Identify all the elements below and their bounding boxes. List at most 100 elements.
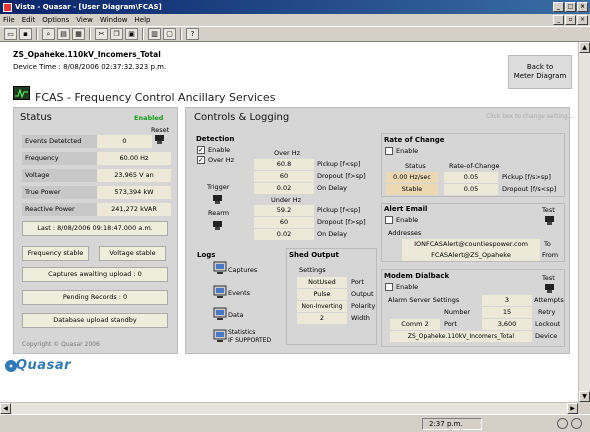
lockout-label: Lockout	[535, 320, 561, 328]
shed-polarity-value[interactable]: Non-Inverting	[297, 301, 347, 312]
menu-options[interactable]: Options	[42, 16, 69, 24]
under-pickup-label: Pickup [f<sp]	[317, 206, 361, 214]
copy-icon[interactable]: ❐	[110, 28, 123, 40]
open-icon[interactable]: ▭	[4, 28, 17, 40]
back-to-meter-button[interactable]: Back to Meter Diagram	[508, 55, 572, 89]
find-icon[interactable]: ⌕	[42, 28, 55, 40]
modem-enable-checkbox[interactable]	[385, 283, 393, 291]
log-events[interactable]: Events	[228, 289, 250, 297]
events-icon[interactable]	[213, 285, 227, 299]
alert-enable-checkbox[interactable]	[385, 216, 393, 224]
shed-port-value[interactable]: NotUsed	[297, 277, 347, 288]
over-pickup-value[interactable]: 60.8	[254, 159, 314, 170]
help-icon[interactable]: ?	[186, 28, 199, 40]
horizontal-scrollbar[interactable]: ◀ ▶	[0, 402, 578, 414]
detection-enable-checkbox[interactable]: ✓	[197, 146, 205, 154]
close-button[interactable]: ×	[577, 2, 588, 12]
retry-label: Retry	[538, 308, 556, 316]
scroll-up-icon[interactable]: ▲	[579, 42, 590, 53]
rearm-icon[interactable]	[212, 220, 223, 231]
alert-title: Alert Email	[384, 205, 428, 213]
rate-enable-label: Enable	[396, 147, 419, 155]
scroll-left-icon[interactable]: ◀	[0, 403, 11, 414]
trigger-icon[interactable]	[212, 194, 223, 205]
rate-enable-checkbox[interactable]	[385, 147, 393, 155]
lockout-value[interactable]: 3,600	[482, 319, 532, 330]
scroll-down-icon[interactable]: ▼	[579, 391, 590, 402]
captures-icon[interactable]	[213, 261, 227, 275]
data-icon[interactable]	[213, 307, 227, 321]
menu-view[interactable]: View	[76, 16, 93, 24]
mdi-restore-button[interactable]: ▫	[565, 15, 576, 25]
rate-dropout-value[interactable]: 0.05	[444, 184, 498, 195]
log-captures[interactable]: Captures	[228, 266, 257, 274]
scroll-right-icon[interactable]: ▶	[567, 403, 578, 414]
status-row-true-power: True Power 573,394 kW	[22, 186, 171, 199]
rate-pickup-value[interactable]: 0.05	[444, 172, 498, 183]
trigger-label: Trigger	[207, 183, 230, 191]
rate-stable-value: Stable	[386, 184, 438, 195]
shed-output-panel: Shed Output Settings NotUsed Port Pulse …	[286, 248, 377, 345]
shed-width-label: Width	[351, 314, 370, 322]
comm-port-value[interactable]: Comm 2	[390, 319, 440, 330]
pending-records: Pending Records : 0	[22, 290, 168, 305]
log-statistics[interactable]: Statistics IF SUPPORTED	[228, 329, 271, 345]
attempts-value[interactable]: 3	[482, 295, 532, 306]
title-bar: Vista - Quasar - [User Diagram\FCAS] _ □…	[0, 0, 590, 14]
cut-icon[interactable]: ✂	[95, 28, 108, 40]
device-value[interactable]: ZS_Opaheke.110kV_Incomers_Total	[390, 331, 532, 342]
rate-status-value: 0.00 Hz/sec	[386, 172, 438, 183]
status-indicator-icon-2	[571, 418, 582, 429]
status-enabled: Enabled	[134, 114, 164, 122]
frequency-stable-indicator: Frequency stable	[22, 246, 89, 261]
shed-width-value[interactable]: 2	[297, 313, 347, 324]
over-dropout-value[interactable]: 60	[254, 171, 314, 182]
menu-help[interactable]: Help	[135, 16, 151, 24]
mdi-minimize-button[interactable]: _	[553, 15, 564, 25]
mdi-close-button[interactable]: ×	[577, 15, 588, 25]
minimize-button[interactable]: _	[553, 2, 564, 12]
menu-window[interactable]: Window	[100, 16, 128, 24]
retry-value[interactable]: 15	[482, 307, 532, 318]
status-row-voltage: Voltage 23,965 V an	[22, 169, 171, 182]
menu-edit[interactable]: Edit	[22, 16, 36, 24]
alert-test-icon[interactable]	[544, 215, 555, 226]
attempts-label: Attempts	[534, 296, 564, 304]
under-delay-value[interactable]: 0.02	[254, 229, 314, 240]
log-data[interactable]: Data	[228, 311, 244, 319]
alert-to-label: To	[544, 240, 551, 248]
panel-icon[interactable]: ▤	[57, 28, 70, 40]
last-event-time: Last : 8/08/2006 09:18:47.000 a.m.	[22, 221, 168, 236]
alert-test-label: Test	[542, 206, 555, 214]
over-hz-section-title: Over Hz	[274, 149, 300, 157]
alert-to-value[interactable]: IONFCASAlert@countiespower.com	[402, 239, 540, 250]
modem-dialback-panel: Modem Dialback Test Enable Alarm Server …	[381, 269, 565, 347]
table-icon[interactable]: ▦	[72, 28, 85, 40]
rate-title: Rate of Change	[384, 136, 445, 144]
menu-file[interactable]: File	[3, 16, 15, 24]
save-icon[interactable]: ▪	[19, 28, 32, 40]
under-dropout-value[interactable]: 60	[254, 217, 314, 228]
status-row-reactive-power: Reactive Power 241,272 kVAR	[22, 203, 171, 216]
under-pickup-value[interactable]: 59.2	[254, 205, 314, 216]
paste-icon[interactable]: ▣	[125, 28, 138, 40]
rearm-label: Rearm	[208, 209, 230, 217]
modem-test-icon[interactable]	[544, 283, 555, 294]
vertical-scrollbar[interactable]: ▲ ▼	[578, 42, 590, 402]
window-icon[interactable]: ▢	[163, 28, 176, 40]
voltage-stable-indicator: Voltage stable	[99, 246, 166, 261]
number-label: Number	[444, 308, 471, 316]
print-icon[interactable]: ▥	[148, 28, 161, 40]
statistics-icon[interactable]	[213, 329, 227, 343]
over-hz-checkbox[interactable]: ✓	[197, 156, 205, 164]
shed-settings-label: Settings	[299, 266, 326, 274]
rate-of-change-panel: Rate of Change Enable Status Rate-of-Cha…	[381, 133, 565, 197]
alert-from-value[interactable]: FCASAlert@ZS_Opaheke	[402, 250, 540, 261]
shed-output-value[interactable]: Pulse	[297, 289, 347, 300]
reset-icon[interactable]	[154, 134, 165, 145]
database-upload-status: Database upload standby	[22, 313, 168, 328]
status-row-events: Events Detetcted 0	[22, 135, 152, 148]
over-delay-value[interactable]: 0.02	[254, 183, 314, 194]
maximize-button[interactable]: □	[565, 2, 576, 12]
status-bar: 2:37 p.m.	[0, 414, 590, 432]
